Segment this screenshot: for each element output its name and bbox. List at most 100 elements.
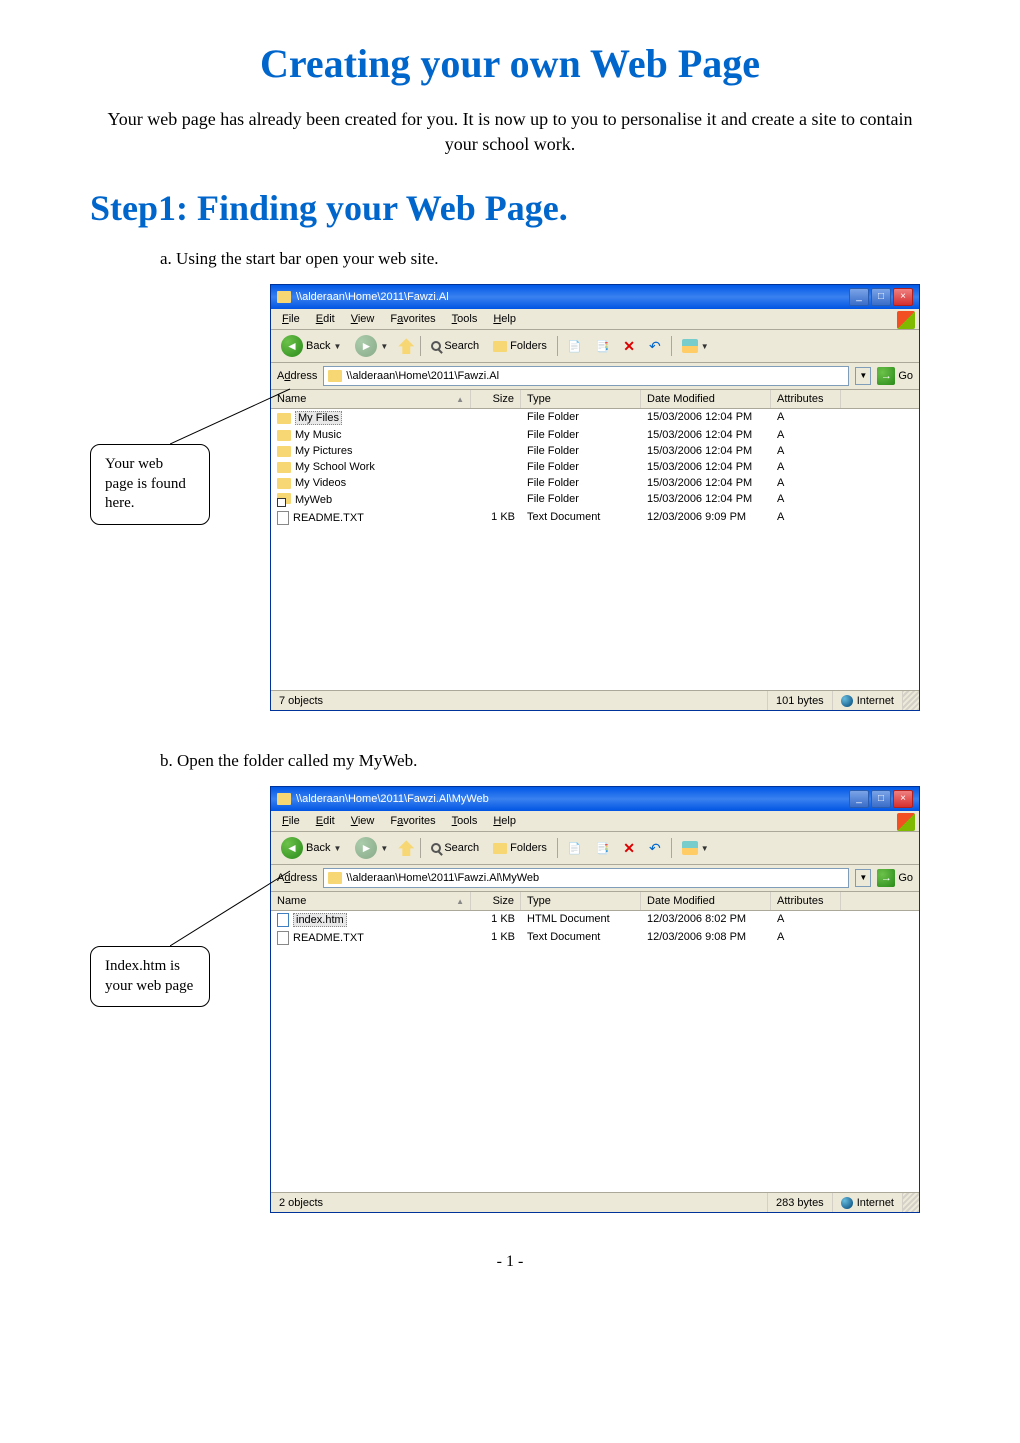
menu-bar: File Edit View Favorites Tools Help xyxy=(271,309,919,330)
views-button[interactable]: ▼ xyxy=(678,337,713,355)
col-type-header[interactable]: Type xyxy=(521,390,641,408)
callout-line-1 xyxy=(170,384,300,454)
menu-help[interactable]: Help xyxy=(486,813,523,829)
file-size xyxy=(471,460,521,474)
menu-edit[interactable]: Edit xyxy=(309,813,342,829)
chevron-down-icon: ▼ xyxy=(701,844,709,853)
go-button[interactable]: → Go xyxy=(877,367,913,385)
file-list: Name▲ Size Type Date Modified Attributes… xyxy=(271,390,919,690)
file-row[interactable]: index.htm 1 KB HTML Document 12/03/2006 … xyxy=(271,911,919,929)
col-attr-header[interactable]: Attributes xyxy=(771,892,841,910)
close-button[interactable]: × xyxy=(893,790,913,808)
file-name[interactable]: My Music xyxy=(295,429,341,441)
file-name[interactable]: My Files xyxy=(295,411,342,425)
menu-file[interactable]: File xyxy=(275,813,307,829)
folders-icon xyxy=(493,341,507,352)
search-button[interactable]: Search xyxy=(427,840,483,856)
undo-icon[interactable]: ↶ xyxy=(645,838,665,859)
col-date-header[interactable]: Date Modified xyxy=(641,390,771,408)
forward-button[interactable]: ► ▼ xyxy=(351,333,392,359)
moveto-icon[interactable]: 📄 xyxy=(564,840,586,857)
figure-2: Index.htm is your web page \\alderaan\Ho… xyxy=(110,786,930,1213)
menu-favorites[interactable]: Favorites xyxy=(383,813,442,829)
resize-grip[interactable] xyxy=(903,691,919,710)
address-input[interactable]: \\alderaan\Home\2011\Fawzi.Al\MyWeb xyxy=(323,868,849,888)
resize-grip[interactable] xyxy=(903,1193,919,1212)
menu-view[interactable]: View xyxy=(344,311,382,327)
folders-button[interactable]: Folders xyxy=(489,338,551,354)
file-row[interactable]: My School Work File Folder 15/03/2006 12… xyxy=(271,459,919,475)
close-button[interactable]: × xyxy=(893,288,913,306)
file-name[interactable]: README.TXT xyxy=(293,512,364,524)
file-row[interactable]: MyWeb File Folder 15/03/2006 12:04 PM A xyxy=(271,491,919,509)
back-button[interactable]: ◄ Back ▼ xyxy=(277,333,345,359)
file-name[interactable]: My School Work xyxy=(295,461,375,473)
file-row[interactable]: My Files File Folder 15/03/2006 12:04 PM… xyxy=(271,409,919,427)
file-name[interactable]: My Videos xyxy=(295,477,346,489)
col-name-header[interactable]: Name▲ xyxy=(271,390,471,408)
folders-icon xyxy=(493,843,507,854)
file-name[interactable]: My Pictures xyxy=(295,445,352,457)
go-button[interactable]: → Go xyxy=(877,869,913,887)
chevron-down-icon: ▼ xyxy=(333,844,341,853)
delete-icon[interactable]: ✕ xyxy=(619,838,639,859)
figure-1: Your web page is found here. \\alderaan\… xyxy=(110,284,930,711)
file-date: 15/03/2006 12:04 PM xyxy=(641,444,771,458)
col-date-header[interactable]: Date Modified xyxy=(641,892,771,910)
address-dropdown[interactable]: ▼ xyxy=(855,367,871,385)
up-folder-icon[interactable] xyxy=(398,338,414,354)
status-zone: Internet xyxy=(833,691,903,710)
copyto-icon[interactable]: 📑 xyxy=(592,840,614,857)
menu-file[interactable]: File xyxy=(275,311,307,327)
col-size-header[interactable]: Size xyxy=(471,892,521,910)
views-button[interactable]: ▼ xyxy=(678,839,713,857)
file-name[interactable]: README.TXT xyxy=(293,932,364,944)
minimize-button[interactable]: _ xyxy=(849,790,869,808)
back-button[interactable]: ◄ Back ▼ xyxy=(277,835,345,861)
menu-edit[interactable]: Edit xyxy=(309,311,342,327)
address-dropdown[interactable]: ▼ xyxy=(855,869,871,887)
search-button[interactable]: Search xyxy=(427,338,483,354)
file-date: 12/03/2006 9:09 PM xyxy=(641,510,771,526)
maximize-button[interactable]: □ xyxy=(871,288,891,306)
folder-icon xyxy=(328,872,342,884)
views-icon xyxy=(682,841,698,855)
file-row[interactable]: My Music File Folder 15/03/2006 12:04 PM… xyxy=(271,427,919,443)
address-input[interactable]: \\alderaan\Home\2011\Fawzi.Al xyxy=(323,366,849,386)
file-name[interactable]: index.htm xyxy=(293,913,347,927)
window-title: \\alderaan\Home\2011\Fawzi.Al\MyWeb xyxy=(296,793,489,805)
delete-icon[interactable]: ✕ xyxy=(619,336,639,357)
file-type: Text Document xyxy=(521,930,641,946)
file-attr: A xyxy=(771,428,841,442)
file-name[interactable]: MyWeb xyxy=(295,494,332,506)
menu-favorites[interactable]: Favorites xyxy=(383,311,442,327)
toolbar: ◄ Back ▼ ► ▼ Search Folders 📄 📑 ✕ ↶ xyxy=(271,330,919,363)
moveto-icon[interactable]: 📄 xyxy=(564,338,586,355)
menu-tools[interactable]: Tools xyxy=(445,813,485,829)
explorer-window-2: \\alderaan\Home\2011\Fawzi.Al\MyWeb _ □ … xyxy=(270,786,920,1213)
list-header: Name▲ Size Type Date Modified Attributes xyxy=(271,892,919,911)
file-type: File Folder xyxy=(521,428,641,442)
col-size-header[interactable]: Size xyxy=(471,390,521,408)
col-attr-header[interactable]: Attributes xyxy=(771,390,841,408)
forward-button[interactable]: ► ▼ xyxy=(351,835,392,861)
up-folder-icon[interactable] xyxy=(398,840,414,856)
file-date: 15/03/2006 12:04 PM xyxy=(641,460,771,474)
maximize-button[interactable]: □ xyxy=(871,790,891,808)
undo-icon[interactable]: ↶ xyxy=(645,336,665,357)
menu-help[interactable]: Help xyxy=(486,311,523,327)
file-row[interactable]: README.TXT 1 KB Text Document 12/03/2006… xyxy=(271,509,919,527)
menu-view[interactable]: View xyxy=(344,813,382,829)
file-size: 1 KB xyxy=(471,912,521,928)
file-row[interactable]: My Pictures File Folder 15/03/2006 12:04… xyxy=(271,443,919,459)
copyto-icon[interactable]: 📑 xyxy=(592,338,614,355)
file-row[interactable]: My Videos File Folder 15/03/2006 12:04 P… xyxy=(271,475,919,491)
col-type-header[interactable]: Type xyxy=(521,892,641,910)
folders-button[interactable]: Folders xyxy=(489,840,551,856)
file-row[interactable]: README.TXT 1 KB Text Document 12/03/2006… xyxy=(271,929,919,947)
minimize-button[interactable]: _ xyxy=(849,288,869,306)
col-name-header[interactable]: Name▲ xyxy=(271,892,471,910)
folder-icon xyxy=(277,462,291,473)
menu-tools[interactable]: Tools xyxy=(445,311,485,327)
file-list: Name▲ Size Type Date Modified Attributes… xyxy=(271,892,919,1192)
